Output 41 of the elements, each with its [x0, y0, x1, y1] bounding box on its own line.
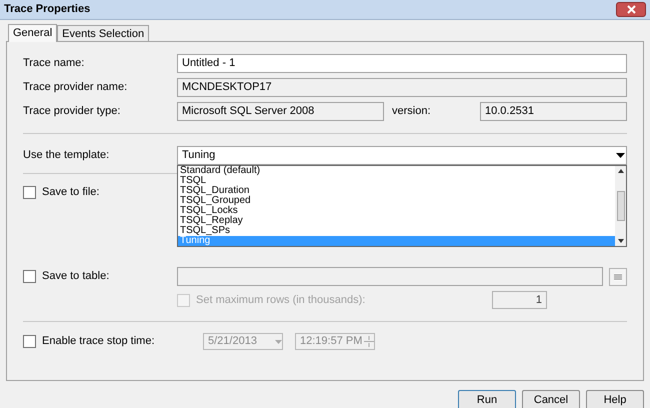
- close-button[interactable]: [616, 2, 646, 17]
- checkbox-label: Set maximum rows (in thousands):: [196, 292, 366, 308]
- checkbox[interactable]: [23, 335, 36, 348]
- dropdown-option[interactable]: TSQL_Grouped: [178, 196, 615, 206]
- trace-name-field[interactable]: Untitled - 1: [177, 54, 627, 73]
- dropdown-option[interactable]: Standard (default): [178, 166, 615, 176]
- checkbox-label: Enable trace stop time:: [42, 334, 155, 350]
- field-label: Trace provider name:: [23, 80, 128, 96]
- tab[interactable]: Events Selection: [57, 25, 150, 41]
- close-icon: [626, 5, 636, 14]
- checkbox[interactable]: [23, 186, 36, 199]
- checkbox-label: Save to table:: [42, 269, 110, 284]
- checkbox[interactable]: [23, 270, 36, 283]
- dropdown-arrow-icon: [616, 153, 625, 158]
- template-dropdown[interactable]: Tuning: [177, 146, 627, 165]
- dropdown-arrow-icon: [275, 340, 282, 344]
- browse-button[interactable]: [609, 268, 627, 286]
- provider-type-field: Microsoft SQL Server 2008: [177, 102, 384, 121]
- field-label: Trace provider type:: [23, 104, 122, 120]
- window-title: Trace Properties: [4, 2, 90, 18]
- scrollbar[interactable]: [615, 166, 626, 246]
- scroll-up-icon[interactable]: [618, 169, 624, 173]
- dropdown-option[interactable]: TSQL_Locks: [178, 206, 615, 216]
- dialog-button[interactable]: Run: [458, 390, 516, 408]
- dropdown-option[interactable]: TSQL_Duration: [178, 186, 615, 196]
- tab[interactable]: General: [8, 24, 58, 42]
- max-rows-field: 1: [492, 291, 547, 309]
- dropdown-option[interactable]: TSQL_Replay: [178, 216, 615, 226]
- checkbox-label: Save to file:: [42, 185, 100, 200]
- dropdown-option[interactable]: TSQL: [178, 176, 615, 186]
- dialog-button[interactable]: Cancel: [522, 390, 580, 408]
- scroll-down-icon[interactable]: [618, 239, 624, 243]
- list-icon: [613, 272, 623, 280]
- dialog-button[interactable]: Help: [586, 390, 644, 408]
- dropdown-option[interactable]: TSQL_SPs: [178, 226, 615, 236]
- field-label: Use the template:: [23, 148, 110, 164]
- provider-name-field: MCNDESKTOP17: [177, 78, 627, 97]
- spinner-icon: [364, 335, 374, 348]
- version-field: 10.0.2531: [480, 102, 627, 121]
- field-label: Trace name:: [23, 56, 86, 72]
- version-label: version:: [392, 104, 432, 120]
